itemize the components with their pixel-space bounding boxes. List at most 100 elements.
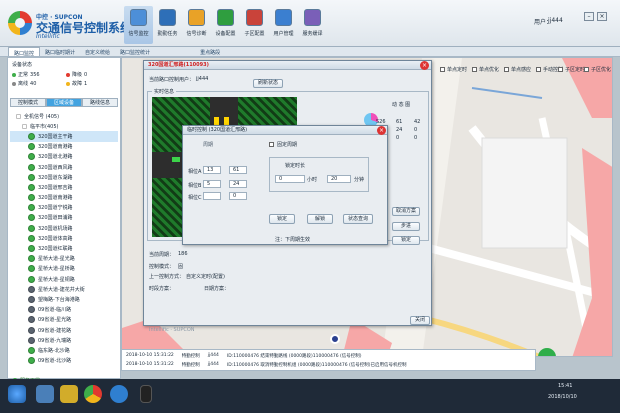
minimize-icon[interactable]: – [584, 12, 594, 21]
nav-service[interactable]: 服务缓译 [298, 6, 327, 44]
sidebar-tab-area-device[interactable]: 区域设备 [46, 98, 82, 107]
lock-button[interactable]: 锁定 [269, 214, 295, 224]
tree-item-label: 临东路-北沙路 [38, 347, 70, 354]
legend-single-sense[interactable]: 单点感应 [504, 66, 531, 73]
sidebar-tab-control-mode[interactable]: 控制模式 [10, 98, 46, 107]
folder-icon[interactable] [60, 385, 78, 403]
nav-subarea-config[interactable]: 子区配置 [240, 6, 269, 44]
effective-note: 注：下周期生效 [275, 237, 311, 243]
cancel-plan-button[interactable]: 取消方案 [392, 207, 420, 216]
close-button[interactable]: 关闭 [410, 316, 430, 325]
tree-item[interactable]: 320国道南港路 [10, 193, 118, 203]
legend-subarea-optimize[interactable]: 子区优化 [584, 66, 611, 73]
signal-marker-icon[interactable] [330, 334, 340, 344]
phase-b-input[interactable]: 24 [229, 180, 247, 188]
tree-item[interactable]: 320国道西风路 [10, 162, 118, 172]
tree-item[interactable]: 320国道东湖路 [10, 172, 118, 182]
signal-status-icon [28, 163, 35, 171]
explorer-icon[interactable] [36, 385, 54, 403]
phase-c-input[interactable]: 0 [229, 192, 247, 200]
tree-item[interactable]: 望梅路-下台海港路 [10, 294, 118, 304]
tab-key-road[interactable]: 重点路段 [195, 47, 225, 56]
refresh-button[interactable]: 刷新状态 [253, 79, 283, 88]
realtime-label: 实时信息 [152, 88, 177, 95]
close-icon[interactable]: × [420, 61, 429, 70]
tree-item[interactable]: 临东路-北沙路 [10, 345, 118, 355]
nav-user-management[interactable]: 用户管理 [269, 6, 298, 44]
tree-group[interactable]: 全机信号 (405) [10, 111, 118, 121]
nav-device-config[interactable]: 设备配置 [211, 6, 240, 44]
tree-item[interactable]: 09省道-北沙路 [10, 356, 118, 366]
phase-c-current[interactable] [203, 192, 221, 200]
checkbox-icon [558, 67, 563, 72]
app-icon[interactable] [110, 385, 128, 403]
lock-button-outer[interactable]: 锁定 [392, 236, 420, 245]
phase-b-current[interactable]: 5 [203, 180, 221, 188]
tree-item[interactable]: 星桥大道-星光路 [10, 254, 118, 264]
tree-item[interactable]: 320国道宁锐路 [10, 203, 118, 213]
tab-custom[interactable]: 自定义统给 [80, 47, 115, 56]
checkbox-icon [472, 67, 477, 72]
status-dot-icon [12, 81, 16, 86]
tree-item[interactable]: 星桥大道-星铜路 [10, 274, 118, 284]
tree-item-label: 望梅路-下台海港路 [38, 296, 80, 303]
tab-monitor-stats[interactable]: 路口监控统计 [115, 47, 155, 56]
tree-item-label: 09省道-九瑞路 [38, 337, 72, 344]
nav-signal-monitor[interactable]: 信号监控 [124, 6, 153, 44]
legend-single-timing[interactable]: 单点定时 [440, 66, 467, 73]
traffic-light-icon[interactable] [140, 385, 152, 403]
legend-single-optimize[interactable]: 单点优化 [472, 66, 499, 73]
tree-item-label: 全机信号 (405) [24, 113, 60, 120]
tab-intersection-monitor[interactable]: 路口监控 [8, 47, 41, 57]
tree-item-label: 09省道-北沙路 [38, 358, 72, 365]
close-icon[interactable]: × [597, 12, 607, 21]
sidebar-tab-route-info[interactable]: 路线信息 [82, 98, 118, 107]
cycle-value: 186 [178, 251, 188, 257]
tree-item[interactable]: 09省道-九瑞路 [10, 335, 118, 345]
tab-temp-plan[interactable]: 路口临时期计 [40, 47, 80, 56]
start-icon[interactable] [8, 385, 26, 403]
signal-status-icon [28, 245, 35, 253]
shield-icon [159, 9, 176, 26]
tree-item[interactable]: 320国道南港路 [10, 142, 118, 152]
tab-bar: 路口监控 路口临时期计 自定义统给 路口监控统计 重点路段 [0, 47, 620, 57]
signal-status-icon [28, 183, 35, 191]
tab-blank[interactable] [155, 47, 195, 56]
hours-input[interactable]: 0 [275, 175, 305, 183]
close-icon[interactable]: × [377, 126, 386, 135]
phase-a-input[interactable]: 61 [229, 166, 247, 174]
time-plan-label: 时段方案： [149, 286, 175, 292]
minutes-input[interactable]: 20 [327, 175, 351, 183]
fixed-cycle-checkbox[interactable] [269, 142, 274, 147]
nav-duty-task[interactable]: 勤勤任务 [153, 6, 182, 44]
signal-status-icon [28, 255, 35, 263]
tree-item[interactable]: 320国道田浦路 [10, 213, 118, 223]
tree-item[interactable]: 星桥大道-建花井大街 [10, 284, 118, 294]
checkbox-icon [440, 67, 445, 72]
signal-status-icon [28, 234, 35, 242]
tree-item[interactable]: 320国道体高路 [10, 233, 118, 243]
cycle-label: 当前周期： [149, 252, 175, 258]
tree-item[interactable]: 09省道-星光路 [10, 315, 118, 325]
tree-item[interactable]: 09省道-临川路 [10, 305, 118, 315]
tree-item[interactable]: 320国道邢吉路 [10, 182, 118, 192]
main-nav: 信号监控 勤勤任务 信号诊断 设备配置 子区配置 用户管理 服务缓译 [124, 6, 327, 44]
phase-a-current[interactable]: 13 [203, 166, 221, 174]
status-query-button[interactable]: 状态查询 [343, 214, 373, 224]
unlock-button[interactable]: 解锁 [307, 214, 333, 224]
tree-item[interactable]: 320国道北港路 [10, 152, 118, 162]
step-button[interactable]: 步进 [392, 222, 420, 231]
tree-item[interactable]: 星桥大道-星桥路 [10, 264, 118, 274]
tree-item[interactable]: 320国道主干路 [10, 131, 118, 142]
tree-item-label: 临平市(405) [30, 123, 59, 130]
chrome-icon[interactable] [84, 385, 102, 403]
tree-item[interactable]: 09省道-建花路 [10, 325, 118, 335]
log-row: 2018-10-10 15:31:22 特勤控制 jj444 ID:110000… [126, 353, 362, 359]
signal-status-icon [28, 306, 35, 314]
legend-subarea-timing[interactable]: 子区定时 [558, 66, 585, 73]
tree-item[interactable]: 320国道机场路 [10, 223, 118, 233]
tree-item-label: 320国道南港路 [38, 144, 73, 151]
nav-signal-diagnosis[interactable]: 信号诊断 [182, 6, 211, 44]
tree-item[interactable]: 320国道红联路 [10, 243, 118, 253]
tree-group[interactable]: 临平市(405) [10, 121, 118, 131]
